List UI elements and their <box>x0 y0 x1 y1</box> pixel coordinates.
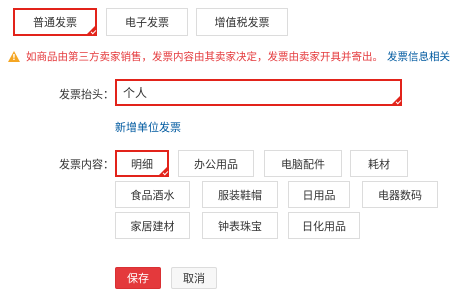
notice-text: 如商品由第三方卖家销售，发票内容由其卖家决定，发票由卖家开具并寄出。 <box>26 50 383 63</box>
cancel-button[interactable]: 取消 <box>171 267 217 289</box>
invoice-info-link[interactable]: 发票信息相关 <box>387 49 450 64</box>
invoice-title-input[interactable]: 个人 <box>115 79 402 106</box>
selected-check-icon <box>86 25 96 35</box>
content-option-label: 钟表珠宝 <box>218 219 262 233</box>
input-corner-icon <box>391 95 401 105</box>
content-option-label: 耗材 <box>368 157 390 171</box>
content-option-electronics[interactable]: 电器数码 <box>362 181 438 208</box>
invoice-title-label: 发票抬头： <box>59 88 114 101</box>
content-option-detail[interactable]: 明细 <box>115 150 169 177</box>
content-option-label: 日化用品 <box>302 219 346 233</box>
warning-icon: ! <box>8 50 20 62</box>
invoice-type-general-label: 普通发票 <box>33 16 77 29</box>
content-option-consumables[interactable]: 耗材 <box>350 150 408 177</box>
invoice-type-vat-label: 增值税发票 <box>214 16 270 29</box>
invoice-type-electronic[interactable]: 电子发票 <box>106 8 188 36</box>
content-option-label: 服装鞋帽 <box>218 188 262 202</box>
content-option-apparel[interactable]: 服装鞋帽 <box>202 181 278 208</box>
content-option-label: 电脑配件 <box>281 157 325 171</box>
save-button[interactable]: 保存 <box>115 267 161 289</box>
content-option-food[interactable]: 食品酒水 <box>115 181 190 208</box>
content-option-label: 家居建材 <box>130 219 175 233</box>
invoice-content-label: 发票内容： <box>59 158 114 171</box>
content-option-label: 办公用品 <box>194 157 238 171</box>
invoice-type-general[interactable]: 普通发票 <box>13 8 97 36</box>
content-option-label: 食品酒水 <box>130 188 175 202</box>
content-option-jewelry[interactable]: 钟表珠宝 <box>202 212 278 239</box>
invoice-type-electronic-label: 电子发票 <box>125 16 169 29</box>
content-option-label: 电器数码 <box>378 188 422 202</box>
content-option-daily[interactable]: 日用品 <box>288 181 350 208</box>
content-option-pc-parts[interactable]: 电脑配件 <box>264 150 342 177</box>
content-option-home[interactable]: 家居建材 <box>115 212 190 239</box>
invoice-type-vat[interactable]: 增值税发票 <box>196 8 288 36</box>
content-option-office[interactable]: 办公用品 <box>178 150 254 177</box>
invoice-title-value: 个人 <box>123 86 148 100</box>
content-option-label: 明细 <box>131 157 153 171</box>
content-option-chemicals[interactable]: 日化用品 <box>288 212 360 239</box>
invoice-notice: ! 如商品由第三方卖家销售，发票内容由其卖家决定，发票由卖家开具并寄出。 发票信… <box>8 45 450 67</box>
content-option-label: 日用品 <box>302 188 336 202</box>
add-company-invoice-link[interactable]: 新增单位发票 <box>115 119 181 135</box>
selected-check-icon <box>158 166 168 176</box>
